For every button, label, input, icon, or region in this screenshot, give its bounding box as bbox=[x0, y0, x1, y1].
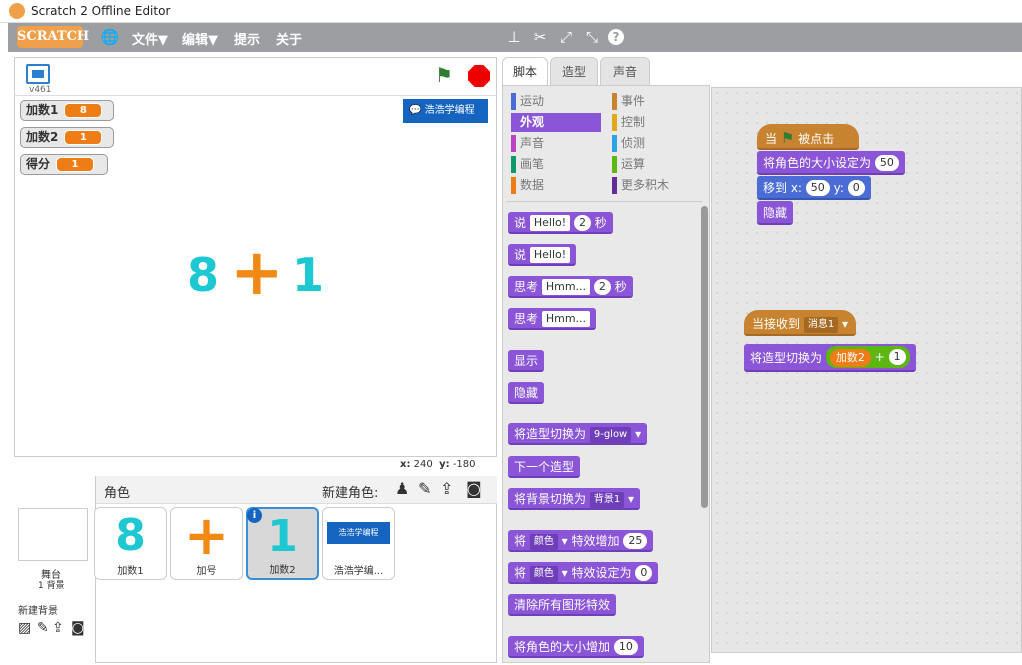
category-events[interactable]: 事件 bbox=[612, 92, 645, 111]
menu-edit[interactable]: 编辑▼ bbox=[182, 29, 218, 48]
block-say[interactable]: 说 Hello! bbox=[508, 244, 577, 266]
stage-sprite-1[interactable]: 1 bbox=[292, 247, 324, 303]
version-label: v461 bbox=[29, 85, 52, 95]
add-operator[interactable]: 加数2 + 1 bbox=[825, 346, 910, 368]
category-motion[interactable]: 运动 bbox=[511, 92, 544, 111]
block-next-costume[interactable]: 下一个造型 bbox=[508, 456, 581, 478]
menu-file[interactable]: 文件▼ bbox=[132, 29, 168, 48]
stage-sprite-8[interactable]: 8 bbox=[187, 247, 219, 303]
variable-monitor: 加数2 1 bbox=[20, 127, 114, 148]
when-receive-hat[interactable]: 当接收到 消息1 ▾ bbox=[744, 310, 856, 336]
scratch-cat-icon bbox=[9, 3, 25, 19]
wechat-icon: 💬 bbox=[409, 105, 422, 116]
camera-icon[interactable]: ◙ bbox=[71, 620, 85, 636]
block-say-for-secs[interactable]: 说 Hello! 2 秒 bbox=[508, 212, 613, 234]
switch-costume-block[interactable]: 将造型切换为 加数2 + 1 bbox=[744, 344, 916, 372]
globe-icon[interactable]: 🌐 bbox=[100, 27, 120, 47]
category-control[interactable]: 控制 bbox=[612, 113, 645, 132]
category-sound[interactable]: 声音 bbox=[511, 134, 544, 153]
scratch-logo[interactable]: SCRATCH bbox=[17, 26, 89, 48]
category-pen[interactable]: 画笔 bbox=[511, 155, 544, 174]
sprite-pane-header bbox=[96, 476, 497, 504]
sprite-thumb[interactable]: 浩浩学编程 浩浩学编... bbox=[322, 507, 395, 580]
block-switch-costume[interactable]: 将造型切换为 9-glow ▾ bbox=[508, 423, 648, 445]
image-icon[interactable]: ▨ bbox=[18, 620, 31, 636]
upload-icon[interactable]: ⇪ bbox=[52, 620, 64, 636]
block-change-effect[interactable]: 将 颜色 ▾ 特效增加 25 bbox=[508, 530, 654, 552]
block-change-size[interactable]: 将角色的大小增加 10 bbox=[508, 636, 644, 658]
sprite-thumb[interactable]: 8 加数1 bbox=[94, 507, 167, 580]
new-backdrop-label: 新建背景 bbox=[18, 606, 58, 617]
block-clear-effects[interactable]: 清除所有图形特效 bbox=[508, 594, 617, 616]
variable-reporter[interactable]: 加数2 bbox=[829, 349, 871, 367]
hide-block[interactable]: 隐藏 bbox=[757, 201, 794, 225]
camera-icon[interactable]: ◙ bbox=[466, 479, 482, 498]
grow-icon[interactable]: ⤢ bbox=[556, 27, 576, 47]
paint-brush-icon[interactable]: ✎ bbox=[418, 479, 431, 498]
variable-monitor: 加数1 8 bbox=[20, 100, 114, 121]
choose-sprite-icon[interactable]: ♟ bbox=[395, 479, 409, 498]
set-size-block[interactable]: 将角色的大小设定为 50 bbox=[757, 151, 905, 175]
new-sprite-label: 新建角色: bbox=[322, 486, 379, 501]
block-think[interactable]: 思考 Hmm... bbox=[508, 308, 597, 330]
info-icon[interactable]: i bbox=[247, 508, 262, 523]
palette-scrollbar[interactable] bbox=[701, 206, 708, 508]
sprites-header: 角色 bbox=[104, 486, 131, 501]
menu-tips[interactable]: 提示 bbox=[234, 29, 260, 48]
stage-sprite-plus[interactable]: + bbox=[230, 238, 284, 308]
duplicate-stamp-icon[interactable]: ⊥ bbox=[504, 27, 524, 47]
block-hide[interactable]: 隐藏 bbox=[508, 382, 545, 404]
block-show[interactable]: 显示 bbox=[508, 350, 545, 372]
menu-about[interactable]: 关于 bbox=[276, 29, 302, 48]
block-switch-backdrop[interactable]: 将背景切换为 背景1 ▾ bbox=[508, 488, 641, 510]
category-data[interactable]: 数据 bbox=[511, 176, 544, 195]
shrink-icon[interactable]: ⤡ bbox=[582, 27, 602, 47]
green-flag-icon[interactable]: ⚑ bbox=[435, 63, 453, 87]
block-think-for-secs[interactable]: 思考 Hmm... 2 秒 bbox=[508, 276, 633, 298]
title-bar: Scratch 2 Offline Editor bbox=[0, 0, 1022, 23]
sprite-thumb-selected[interactable]: 1 加数2 i bbox=[246, 507, 319, 580]
fullscreen-icon[interactable] bbox=[26, 64, 50, 84]
stage-thumbnail[interactable] bbox=[18, 508, 88, 561]
category-more-blocks[interactable]: 更多积木 bbox=[612, 176, 669, 195]
when-flag-clicked-hat[interactable]: 当 ⚑ 被点击 bbox=[757, 124, 859, 150]
category-operators[interactable]: 运算 bbox=[612, 155, 645, 174]
paint-brush-icon[interactable]: ✎ bbox=[37, 620, 49, 636]
green-flag-icon: ⚑ bbox=[780, 129, 795, 147]
variable-monitor: 得分 1 bbox=[20, 154, 108, 175]
tab-scripts[interactable]: 脚本 bbox=[502, 57, 548, 85]
tab-sounds[interactable]: 声音 bbox=[600, 57, 650, 85]
delete-scissors-icon[interactable]: ✂ bbox=[530, 27, 550, 47]
backdrop-count: 1 背景 bbox=[38, 581, 65, 591]
category-looks[interactable]: 外观 bbox=[511, 113, 601, 132]
category-sensing[interactable]: 侦测 bbox=[612, 134, 645, 153]
sprite-thumb[interactable]: + 加号 bbox=[170, 507, 243, 580]
goto-xy-block[interactable]: 移到 x: 50 y: 0 bbox=[757, 176, 871, 200]
help-icon[interactable]: ? bbox=[608, 29, 624, 45]
watermark-badge: 💬 浩浩学编程 bbox=[403, 99, 488, 123]
menu-bar: SCRATCH 🌐 文件▼ 编辑▼ 提示 关于 ⊥ ✂ ⤢ ⤡ ? bbox=[8, 23, 1022, 52]
upload-icon[interactable]: ⇪ bbox=[440, 479, 453, 498]
block-set-effect[interactable]: 将 颜色 ▾ 特效设定为 0 bbox=[508, 562, 659, 584]
window-title: Scratch 2 Offline Editor bbox=[31, 4, 171, 18]
tab-costumes[interactable]: 造型 bbox=[550, 57, 598, 85]
mouse-coordinates: x: 240 y: -180 bbox=[400, 459, 476, 470]
